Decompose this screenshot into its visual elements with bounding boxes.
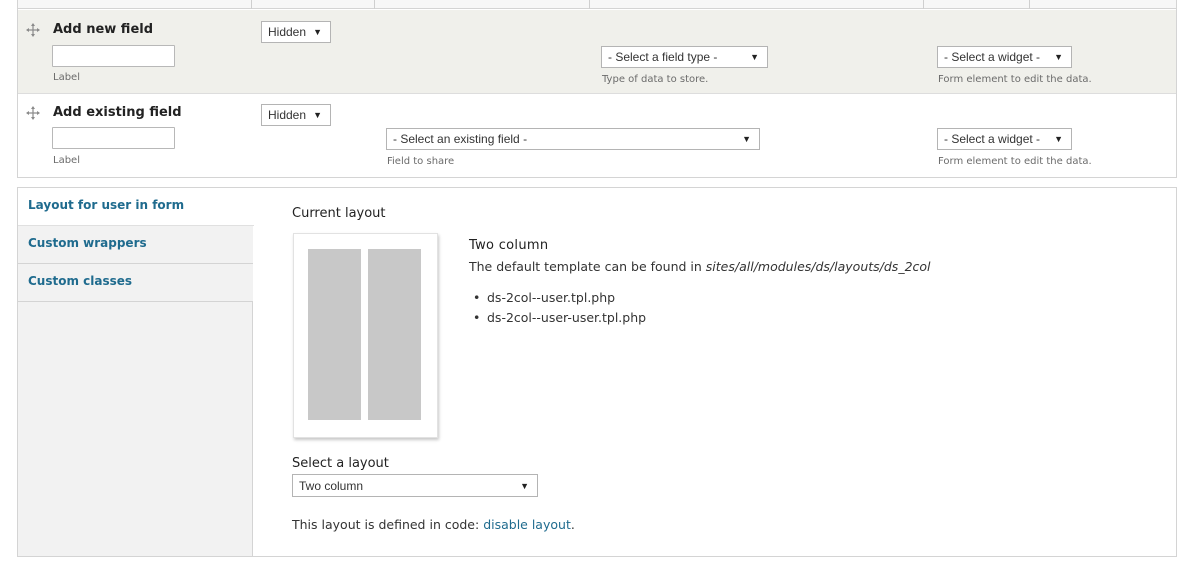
widget-hint: Form element to edit the data. xyxy=(938,156,1092,167)
add-new-field-title: Add new field xyxy=(53,22,154,37)
existing-field-select[interactable]: - Select an existing field - ▼ xyxy=(386,128,760,150)
existing-field-label-input[interactable] xyxy=(52,127,175,149)
triangle-down-icon: ▼ xyxy=(313,110,322,120)
list-item: • ds-2col--user.tpl.php xyxy=(473,290,616,305)
disable-layout-link[interactable]: disable layout xyxy=(483,517,571,532)
add-existing-field-row: Add existing field Label Hidden ▼ - Sele… xyxy=(18,95,1176,177)
preview-column-left xyxy=(308,249,361,420)
new-field-widget-select[interactable]: - Select a widget - ▼ xyxy=(937,46,1072,68)
label-hint: Label xyxy=(53,155,80,166)
vertical-tabs-list: Layout for user in form Custom wrappers … xyxy=(18,188,254,556)
move-arrows-icon[interactable] xyxy=(26,23,40,37)
template-description: The default template can be found in sit… xyxy=(469,259,931,274)
layout-vertical-tabs-panel: Layout for user in form Custom wrappers … xyxy=(17,187,1177,557)
select-layout-label: Select a layout xyxy=(292,456,389,471)
current-layout-heading: Current layout xyxy=(292,206,386,221)
triangle-down-icon: ▼ xyxy=(742,134,751,144)
column-divider xyxy=(374,0,375,9)
column-divider xyxy=(589,0,590,9)
column-divider xyxy=(923,0,924,9)
new-field-label-input[interactable] xyxy=(52,45,175,67)
table-header-strip xyxy=(18,0,1176,9)
triangle-down-icon: ▼ xyxy=(1054,52,1063,62)
tab-layout-for-user-in-form[interactable]: Layout for user in form xyxy=(18,188,254,226)
label-hint: Label xyxy=(53,72,80,83)
template-path: sites/all/modules/ds/layouts/ds_2col xyxy=(705,259,931,274)
triangle-down-icon: ▼ xyxy=(750,52,759,62)
fields-table: Add new field Label Hidden ▼ - Select a … xyxy=(17,0,1177,178)
tab-custom-classes[interactable]: Custom classes xyxy=(18,264,253,302)
move-arrows-icon[interactable] xyxy=(26,106,40,120)
column-divider xyxy=(251,0,252,9)
list-item: • ds-2col--user-user.tpl.php xyxy=(473,310,647,325)
existing-field-region-select[interactable]: Hidden ▼ xyxy=(261,104,331,126)
tab-custom-wrappers[interactable]: Custom wrappers xyxy=(18,226,253,264)
new-field-region-select[interactable]: Hidden ▼ xyxy=(261,21,331,43)
layout-preview-thumbnail xyxy=(293,233,438,438)
field-share-hint: Field to share xyxy=(387,156,455,167)
layout-name: Two column xyxy=(469,238,549,253)
layout-defined-note: This layout is defined in code: disable … xyxy=(292,517,575,532)
field-type-hint: Type of data to store. xyxy=(602,74,709,85)
add-new-field-row: Add new field Label Hidden ▼ - Select a … xyxy=(18,10,1176,94)
preview-column-right xyxy=(368,249,421,420)
field-type-select[interactable]: - Select a field type - ▼ xyxy=(601,46,768,68)
triangle-down-icon: ▼ xyxy=(1054,134,1063,144)
triangle-down-icon: ▼ xyxy=(520,480,529,491)
layout-select[interactable]: Two column ▼ xyxy=(292,474,538,497)
widget-hint: Form element to edit the data. xyxy=(938,74,1092,85)
existing-field-widget-select[interactable]: - Select a widget - ▼ xyxy=(937,128,1072,150)
add-existing-field-title: Add existing field xyxy=(53,105,182,120)
column-divider xyxy=(1029,0,1030,9)
template-file-list: • ds-2col--user.tpl.php • ds-2col--user-us… xyxy=(471,290,646,330)
triangle-down-icon: ▼ xyxy=(313,27,322,37)
